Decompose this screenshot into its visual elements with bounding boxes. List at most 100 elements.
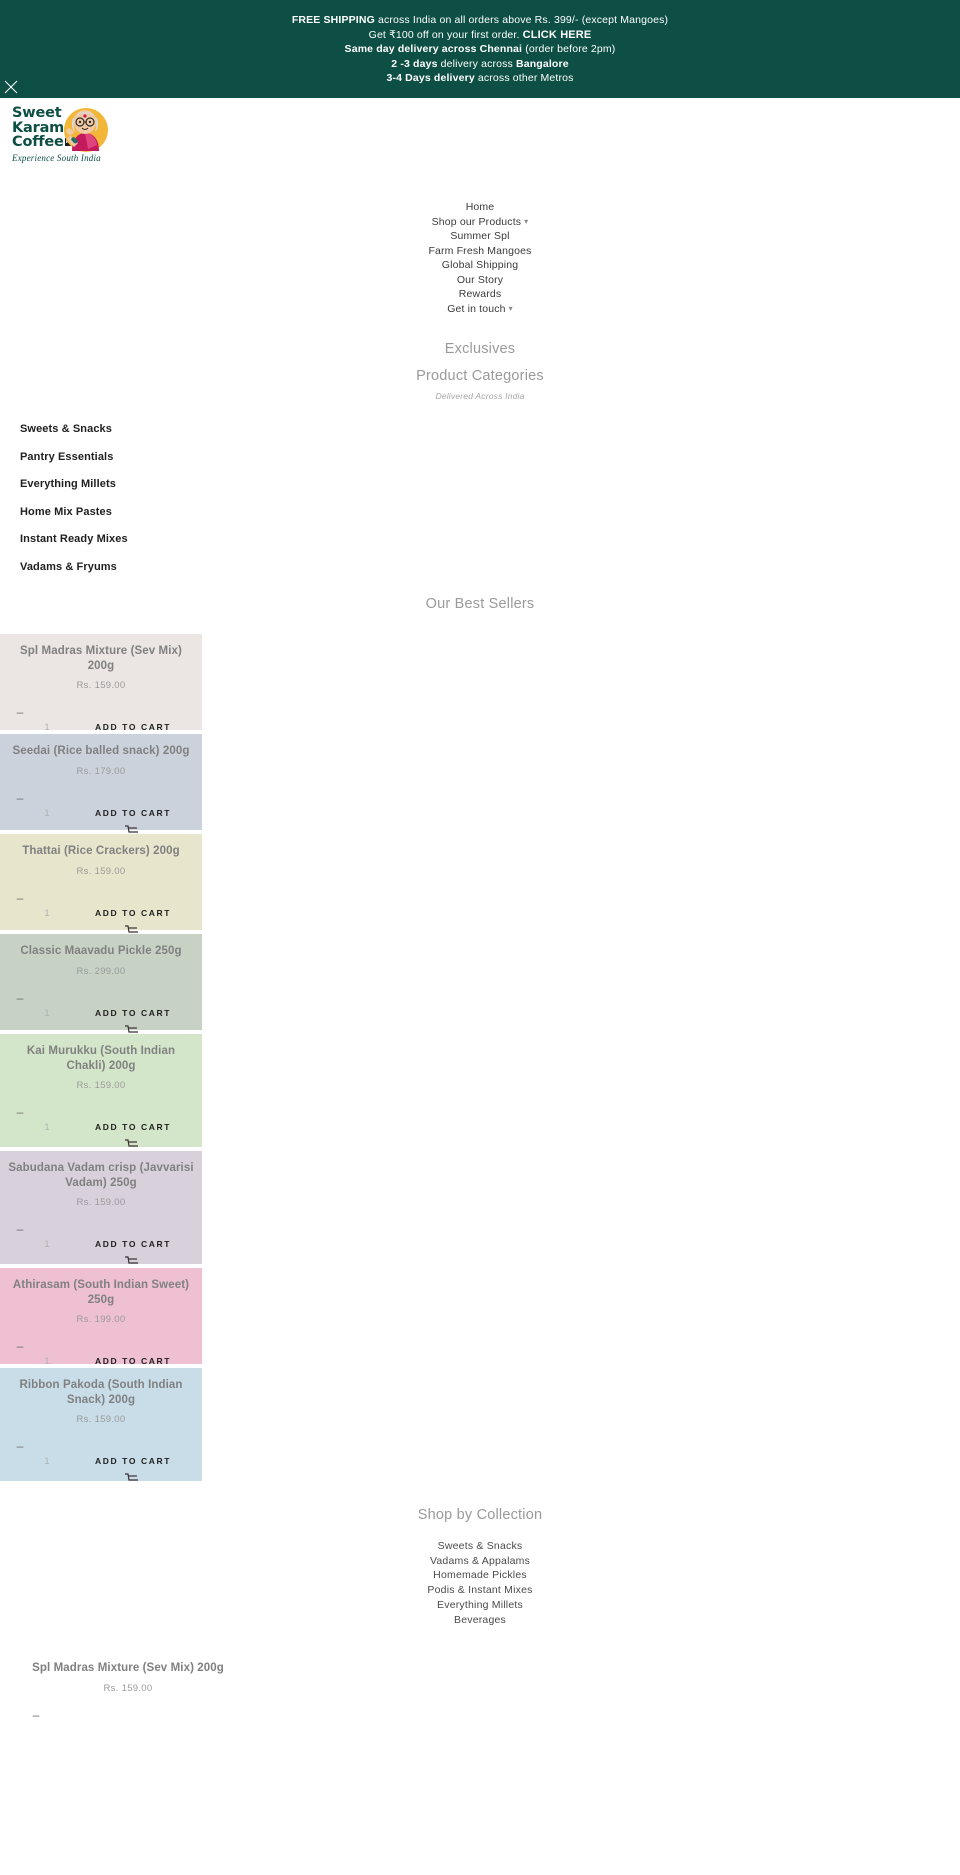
announcement-line-1: FREE SHIPPING across India on all orders… bbox=[0, 13, 960, 28]
add-to-cart-button[interactable]: ADD TO CART bbox=[68, 808, 198, 818]
product-card[interactable]: Sabudana Vadam crisp (Javvarisi Vadam) 2… bbox=[0, 1151, 202, 1264]
product-card[interactable]: Spl Madras Mixture (Sev Mix) 200g Rs. 15… bbox=[0, 1651, 240, 1763]
announcement-line-4-mid: delivery across bbox=[440, 57, 513, 70]
cart-icon bbox=[124, 1022, 140, 1033]
logo-tagline: Experience South India bbox=[12, 153, 101, 163]
grandmother-illustration-icon bbox=[58, 105, 110, 155]
product-card[interactable]: Ribbon Pakoda (South Indian Snack) 200g R… bbox=[0, 1368, 202, 1481]
product-card[interactable]: Kai Murukku (South Indian Chakli) 200g Rs… bbox=[0, 1034, 202, 1147]
quantity-decrease-button[interactable]: – bbox=[14, 1223, 26, 1235]
cart-icon bbox=[124, 1253, 140, 1264]
collection-item-homemade-pickles[interactable]: Homemade Pickles bbox=[0, 1568, 960, 1583]
quantity-decrease-button[interactable]: – bbox=[30, 1709, 42, 1721]
product-price: Rs. 299.00 bbox=[76, 965, 126, 977]
quantity-stepper: –1 ADD TO CART bbox=[6, 892, 196, 934]
add-to-cart-button[interactable]: ADD TO CART bbox=[68, 1456, 198, 1466]
announcement-line-4-strong-2: Bangalore bbox=[516, 57, 569, 70]
product-card[interactable]: Classic Maavadu Pickle 250g Rs. 299.00 –1 A… bbox=[0, 934, 202, 1033]
collection-item-sweets-snacks[interactable]: Sweets & Snacks bbox=[0, 1539, 960, 1554]
announcement-line-1-strong: FREE SHIPPING bbox=[291, 14, 375, 26]
quantity-decrease-button[interactable]: – bbox=[14, 992, 26, 1004]
quantity-decrease-button[interactable]: – bbox=[14, 1340, 26, 1352]
logo-line-3: Coffee bbox=[12, 134, 64, 151]
quantity-decrease-button[interactable]: – bbox=[14, 1106, 26, 1118]
add-to-cart-button[interactable]: ADD TO CART bbox=[68, 908, 198, 918]
announcement-line-5-rest: across other Metros bbox=[477, 72, 574, 84]
collection-item-beverages[interactable]: Beverages bbox=[0, 1613, 960, 1628]
quantity-stepper: –1 ADD TO CART bbox=[6, 1106, 196, 1148]
quantity-decrease-button[interactable]: – bbox=[14, 706, 26, 718]
nav-item-rewards[interactable]: Rewards bbox=[0, 287, 960, 301]
quantity-value[interactable]: 1 bbox=[33, 1116, 61, 1138]
quantity-value[interactable]: 1 bbox=[33, 1002, 61, 1024]
announcement-line-3-rest: (order before 2pm) bbox=[525, 43, 616, 55]
add-to-cart-button[interactable]: ADD TO CART bbox=[68, 1356, 198, 1366]
collection-item-everything-millets[interactable]: Everything Millets bbox=[0, 1598, 960, 1613]
collection-label: Sweets & Snacks bbox=[437, 1540, 523, 1552]
cart-icon bbox=[124, 922, 140, 933]
product-title: Sabudana Vadam crisp (Javvarisi Vadam) 2… bbox=[8, 1162, 194, 1189]
quantity-decrease-button[interactable]: – bbox=[14, 892, 26, 904]
category-item-home-mix-pastes[interactable]: Home Mix Pastes bbox=[0, 499, 960, 527]
collection-label: Vadams & Appalams bbox=[429, 1554, 531, 1567]
add-to-cart-button[interactable]: ADD TO CART bbox=[68, 1122, 198, 1132]
add-to-cart-button[interactable]: ADD TO CART bbox=[68, 722, 198, 732]
product-categories-section: Exclusives Product Categories Delivered … bbox=[0, 339, 960, 403]
best-sellers-section-header: Our Best Sellers bbox=[0, 594, 960, 614]
collection-label: Beverages bbox=[454, 1613, 506, 1626]
category-item-vadams-fryums[interactable]: Vadams & Fryums bbox=[0, 554, 960, 582]
product-card[interactable]: Seedai (Rice balled snack) 200g Rs. 179.0… bbox=[0, 734, 202, 833]
category-item-everything-millets[interactable]: Everything Millets bbox=[0, 471, 960, 499]
quantity-decrease-button[interactable]: – bbox=[14, 792, 26, 804]
click-here-link[interactable]: CLICK HERE bbox=[523, 29, 592, 41]
quantity-stepper: –1 ADD TO CART bbox=[6, 792, 196, 834]
announcement-line-2-text: Get ₹100 off on your first order. bbox=[368, 28, 520, 41]
best-sellers-title: Our Best Sellers bbox=[425, 596, 535, 612]
collection-item-vadams-appalams[interactable]: Vadams & Appalams bbox=[0, 1554, 960, 1569]
nav-item-home[interactable]: Home bbox=[0, 200, 960, 214]
announcement-line-3: Same day delivery across Chennai (order … bbox=[0, 42, 960, 57]
main-navigation: Home Shop our Products ▾ Summer Spl Farm … bbox=[0, 160, 960, 316]
close-icon[interactable] bbox=[2, 78, 20, 96]
product-card[interactable]: Athirasam (South Indian Sweet) 250g Rs. 1… bbox=[0, 1268, 202, 1381]
announcement-line-2: Get ₹100 off on your first order. CLICK … bbox=[0, 28, 960, 43]
announcement-line-5: 3-4 Days delivery across other Metros bbox=[0, 71, 960, 86]
quantity-value[interactable]: 1 bbox=[33, 902, 61, 924]
category-label: Vadams & Fryums bbox=[20, 560, 117, 573]
collection-item-podis-instant-mixes[interactable]: Podis & Instant Mixes bbox=[0, 1583, 960, 1598]
nav-item-shop-our-products[interactable]: Shop our Products ▾ bbox=[0, 215, 960, 229]
announcement-line-4: 2 -3 days delivery across Bangalore bbox=[0, 57, 960, 72]
collection-label: Podis & Instant Mixes bbox=[427, 1584, 533, 1597]
category-label: Everything Millets bbox=[20, 478, 116, 490]
quantity-stepper: – bbox=[22, 1709, 234, 1751]
add-to-cart-button[interactable]: ADD TO CART bbox=[68, 1008, 198, 1018]
announcement-line-5-strong: 3-4 Days delivery bbox=[386, 72, 475, 84]
nav-item-our-story[interactable]: Our Story bbox=[0, 273, 960, 287]
nav-item-get-in-touch[interactable]: Get in touch ▾ bbox=[0, 302, 960, 316]
logo-line-2: Karam bbox=[12, 119, 65, 136]
quantity-value[interactable]: 1 bbox=[33, 1233, 61, 1255]
product-card[interactable]: Thattai (Rice Crackers) 200g Rs. 159.00 –1… bbox=[0, 834, 202, 933]
shop-by-collection-header: Shop by Collection bbox=[0, 1505, 960, 1525]
quantity-value[interactable]: 1 bbox=[33, 802, 61, 824]
cart-icon bbox=[124, 822, 140, 833]
category-item-pantry-essentials[interactable]: Pantry Essentials bbox=[0, 444, 960, 472]
quantity-value[interactable]: 1 bbox=[33, 1450, 61, 1472]
product-card[interactable]: Spl Madras Mixture (Sev Mix) 200g Rs. 159… bbox=[0, 634, 202, 747]
nav-item-summer-spl[interactable]: Summer Spl bbox=[0, 229, 960, 243]
product-price: Rs. 159.00 bbox=[76, 1414, 126, 1425]
nav-item-farm-fresh-mangoes[interactable]: Farm Fresh Mangoes bbox=[0, 244, 960, 258]
category-item-sweets-snacks[interactable]: Sweets & Snacks bbox=[0, 416, 960, 444]
nav-label: Farm Fresh Mangoes bbox=[428, 244, 532, 257]
category-track: Sweets & Snacks Pantry Essentials Everyt… bbox=[0, 416, 960, 581]
nav-label: Global Shipping bbox=[441, 259, 519, 271]
quantity-decrease-button[interactable]: – bbox=[14, 1440, 26, 1452]
category-item-instant-ready-mixes[interactable]: Instant Ready Mixes bbox=[0, 526, 960, 554]
add-to-cart-button[interactable]: ADD TO CART bbox=[68, 1239, 198, 1249]
nav-item-global-shipping[interactable]: Global Shipping bbox=[0, 258, 960, 272]
site-logo[interactable]: Sweet Karam Coffeein bbox=[10, 105, 190, 163]
chevron-down-icon: ▾ bbox=[508, 303, 513, 313]
product-price: Rs. 159.00 bbox=[76, 680, 126, 691]
category-label: Pantry Essentials bbox=[20, 450, 114, 463]
nav-label: Shop our Products bbox=[431, 215, 522, 228]
